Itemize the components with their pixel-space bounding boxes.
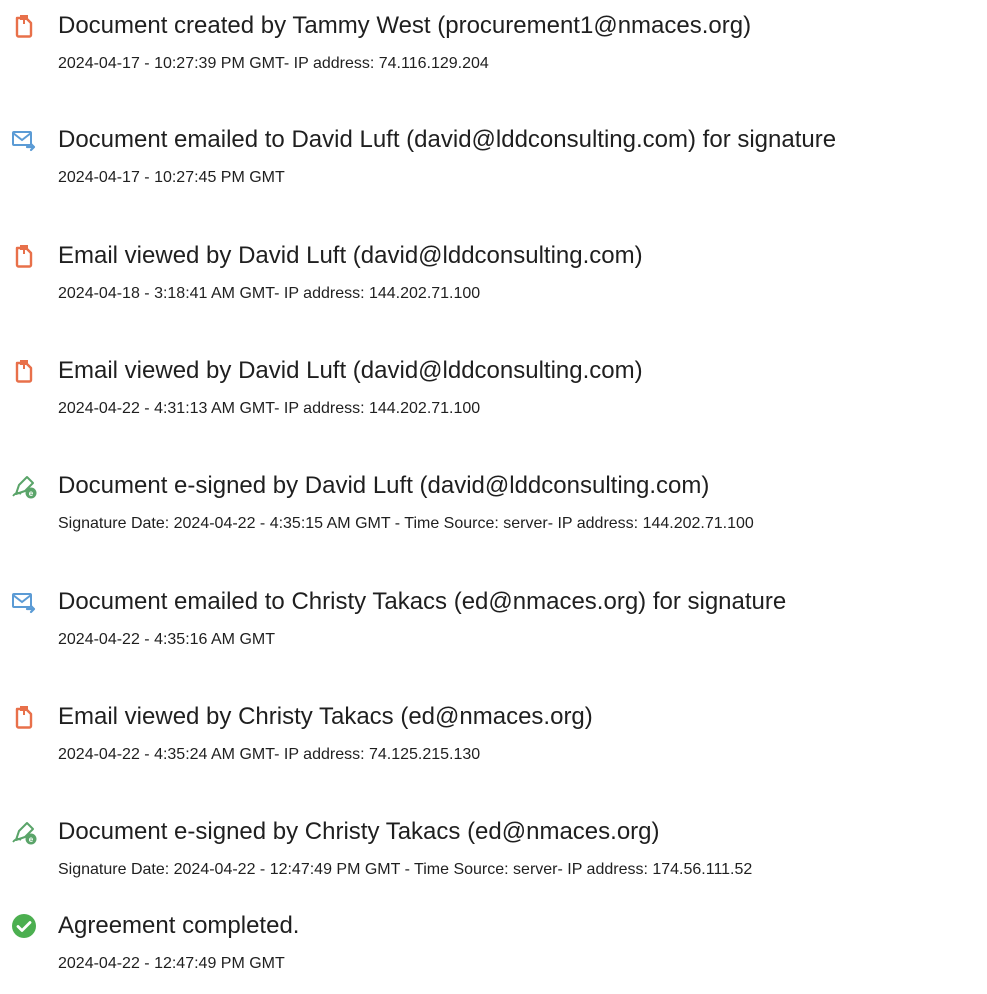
event-detail: 2024-04-22 - 4:31:13 AM GMT- IP address:… — [58, 400, 481, 417]
event-email-viewed: Email viewed by David Luft (david@lddcon… — [0, 357, 987, 437]
document-icon — [10, 703, 38, 731]
audit-trail: Document created by Tammy West (procurem… — [0, 0, 987, 994]
event-headline: Document created by Tammy West (procurem… — [58, 12, 752, 39]
event-headline: Email viewed by David Luft (david@lddcon… — [58, 242, 643, 269]
event-detail: 2024-04-22 - 4:35:24 AM GMT- IP address:… — [58, 746, 481, 763]
event-headline: Document emailed to David Luft (david@ld… — [58, 126, 837, 153]
event-document-signed: e Document e-signed by David Luft (david… — [0, 472, 987, 552]
event-detail: 2024-04-17 - 10:27:39 PM GMT- IP address… — [58, 55, 489, 72]
email-icon — [10, 588, 38, 616]
event-document-emailed: Document emailed to David Luft (david@ld… — [0, 126, 987, 206]
email-icon — [10, 126, 38, 154]
svg-text:e: e — [29, 489, 34, 498]
document-icon — [10, 242, 38, 270]
event-headline: Agreement completed. — [58, 912, 300, 939]
event-headline: Email viewed by David Luft (david@lddcon… — [58, 357, 643, 384]
checkmark-circle-icon — [10, 912, 38, 940]
svg-text:e: e — [29, 835, 34, 844]
event-email-viewed: Email viewed by Christy Takacs (ed@nmace… — [0, 703, 987, 783]
event-detail: 2024-04-22 - 12:47:49 PM GMT — [58, 955, 285, 972]
event-agreement-completed: Agreement completed. 2024-04-22 - 12:47:… — [0, 912, 987, 992]
event-detail: 2024-04-17 - 10:27:45 PM GMT — [58, 169, 285, 186]
signature-pen-icon: e — [10, 818, 38, 846]
event-headline: Document emailed to Christy Takacs (ed@n… — [58, 588, 787, 615]
event-document-created: Document created by Tammy West (procurem… — [0, 12, 987, 92]
event-detail: Signature Date: 2024-04-22 - 12:47:49 PM… — [58, 861, 753, 878]
signature-pen-icon: e — [10, 472, 38, 500]
event-detail: 2024-04-18 - 3:18:41 AM GMT- IP address:… — [58, 285, 481, 302]
event-document-signed: e Document e-signed by Christy Takacs (e… — [0, 818, 987, 898]
event-detail: 2024-04-22 - 4:35:16 AM GMT — [58, 631, 275, 648]
event-headline: Document e-signed by David Luft (david@l… — [58, 472, 710, 499]
event-headline: Document e-signed by Christy Takacs (ed@… — [58, 818, 660, 845]
document-icon — [10, 357, 38, 385]
event-email-viewed: Email viewed by David Luft (david@lddcon… — [0, 242, 987, 322]
event-document-emailed: Document emailed to Christy Takacs (ed@n… — [0, 588, 987, 668]
document-icon — [10, 12, 38, 40]
event-detail: Signature Date: 2024-04-22 - 4:35:15 AM … — [58, 515, 754, 532]
event-headline: Email viewed by Christy Takacs (ed@nmace… — [58, 703, 593, 730]
